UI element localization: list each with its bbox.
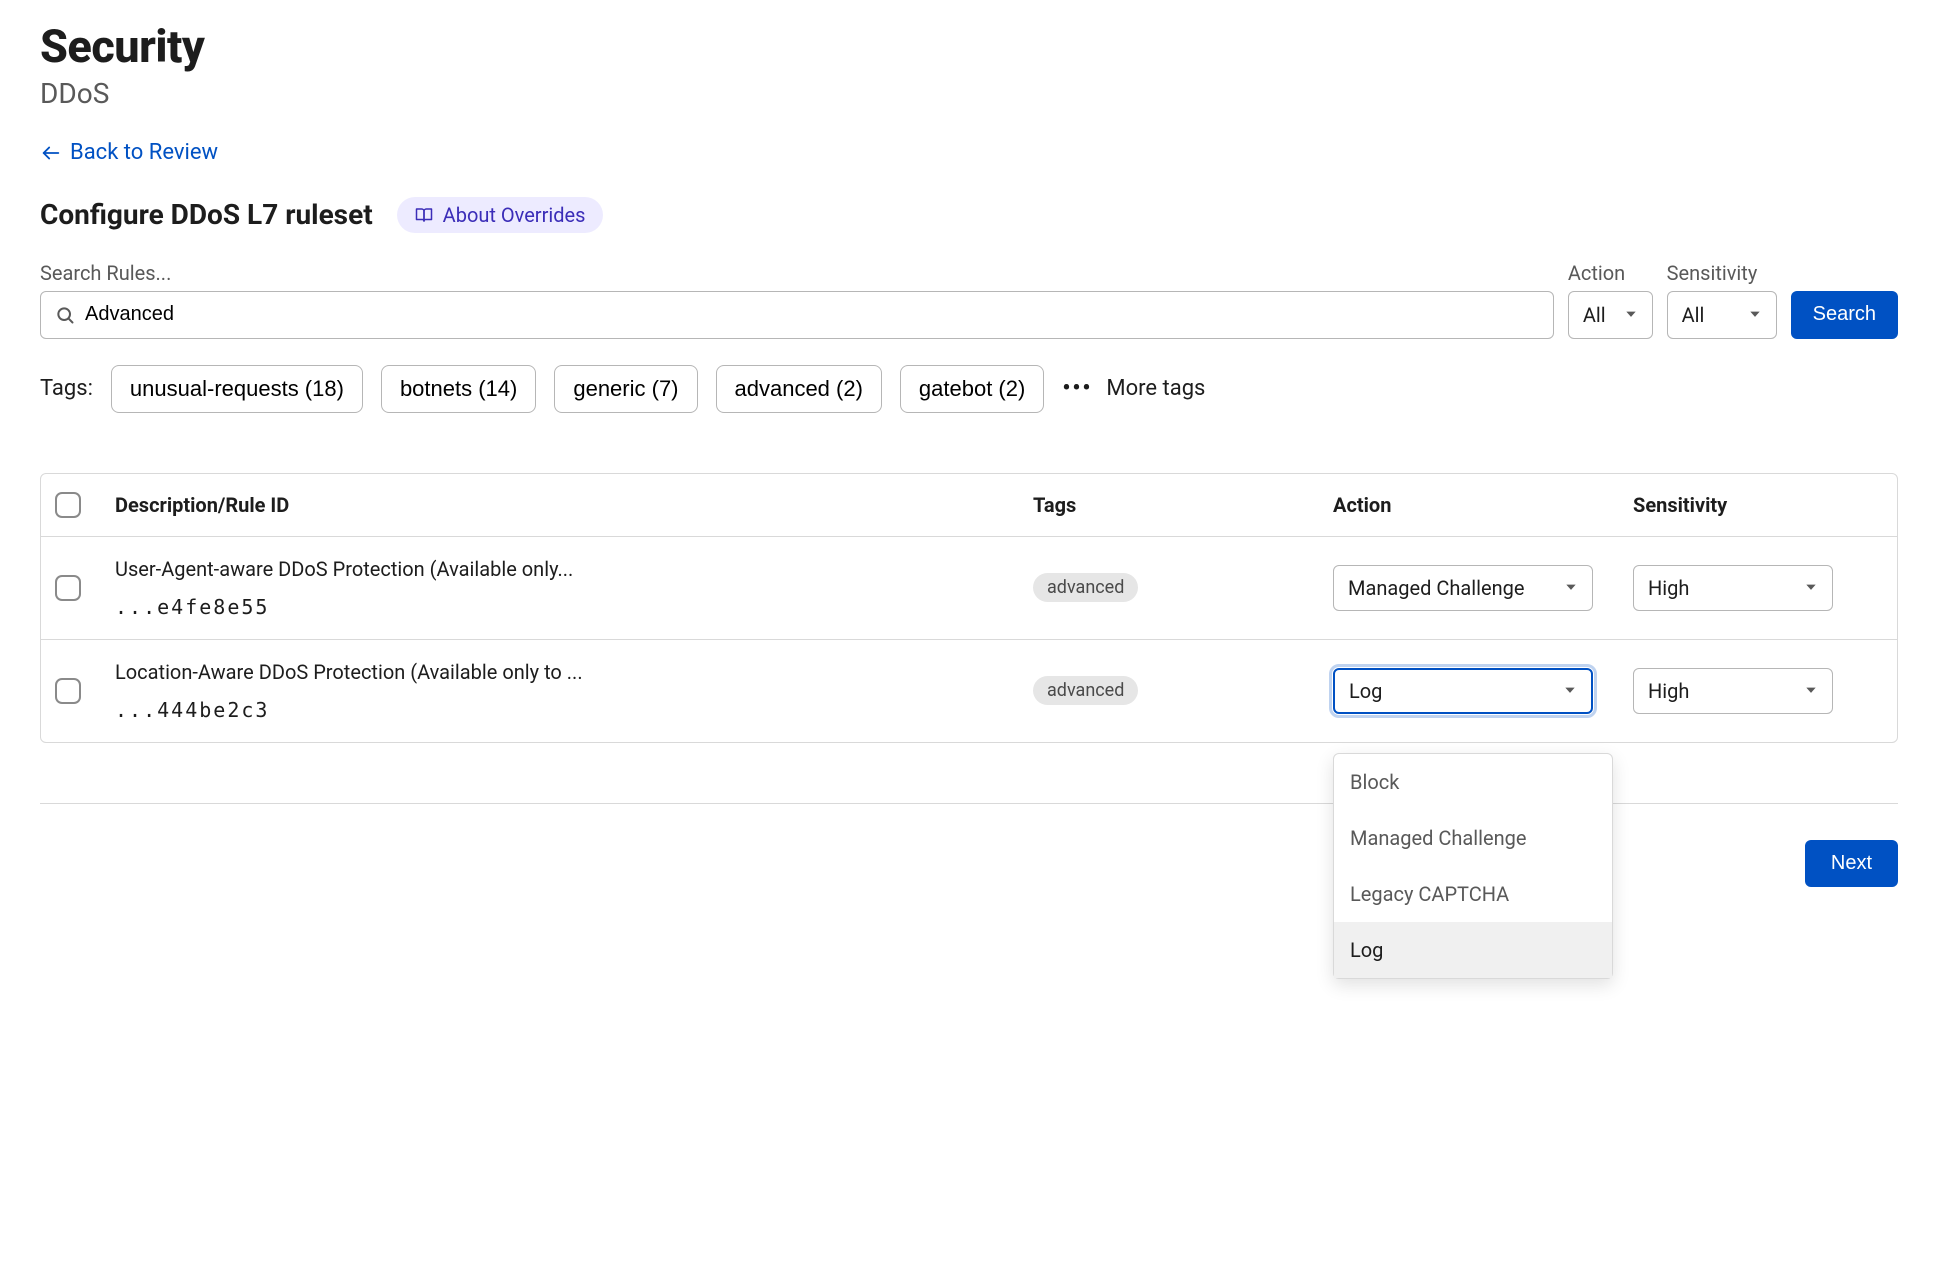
sensitivity-select[interactable]: High	[1633, 565, 1833, 611]
action-filter-label: Action	[1568, 261, 1653, 285]
caret-down-icon	[1564, 580, 1578, 594]
ellipsis-icon: •••	[1062, 376, 1092, 401]
search-button[interactable]: Search	[1791, 291, 1898, 339]
sensitivity-select-value: High	[1648, 679, 1689, 703]
back-link-label: Back to Review	[70, 140, 218, 165]
table-row: User-Agent-aware DDoS Protection (Availa…	[41, 537, 1897, 640]
action-select[interactable]: Log	[1333, 668, 1593, 714]
dropdown-option-managed-challenge[interactable]: Managed Challenge	[1334, 810, 1612, 866]
dropdown-option-block[interactable]: Block	[1334, 754, 1612, 810]
dropdown-option-log[interactable]: Log	[1334, 922, 1612, 978]
page-title: Security	[40, 20, 1898, 73]
rules-table: Description/Rule ID Tags Action Sensitiv…	[40, 473, 1898, 743]
rule-tag-badge: advanced	[1033, 573, 1138, 602]
action-select-value: Log	[1349, 679, 1382, 703]
action-select[interactable]: Managed Challenge	[1333, 565, 1593, 611]
col-sensitivity: Sensitivity	[1633, 493, 1883, 517]
search-box[interactable]	[40, 291, 1554, 339]
table-row: Location-Aware DDoS Protection (Availabl…	[41, 640, 1897, 742]
action-filter-value: All	[1583, 303, 1606, 327]
col-action: Action	[1333, 493, 1633, 517]
page-subtitle: DDoS	[40, 77, 1898, 110]
row-checkbox[interactable]	[55, 575, 81, 601]
about-overrides-pill[interactable]: About Overrides	[397, 197, 604, 233]
search-input[interactable]	[85, 303, 1539, 326]
col-tags: Tags	[1033, 493, 1333, 517]
caret-down-icon	[1804, 580, 1818, 594]
search-label: Search Rules...	[40, 261, 1554, 285]
rule-id: ...e4fe8e55	[115, 595, 1033, 619]
configure-title: Configure DDoS L7 ruleset	[40, 198, 373, 231]
next-button[interactable]: Next	[1805, 840, 1898, 887]
caret-down-icon	[1624, 307, 1638, 321]
caret-down-icon	[1748, 307, 1762, 321]
tag-pill[interactable]: advanced (2)	[716, 365, 882, 413]
sensitivity-filter[interactable]: All	[1667, 291, 1777, 339]
caret-down-icon	[1804, 683, 1818, 697]
tag-pill[interactable]: generic (7)	[554, 365, 697, 413]
more-tags-label: More tags	[1106, 376, 1205, 401]
search-icon	[55, 305, 75, 325]
more-tags[interactable]: ••• More tags	[1062, 376, 1205, 401]
col-description: Description/Rule ID	[115, 493, 1033, 517]
action-dropdown-menu: Block Managed Challenge Legacy CAPTCHA L…	[1333, 753, 1613, 979]
about-overrides-label: About Overrides	[443, 203, 586, 227]
action-select-value: Managed Challenge	[1348, 576, 1524, 600]
rule-description: Location-Aware DDoS Protection (Availabl…	[115, 660, 1033, 684]
rule-id: ...444be2c3	[115, 698, 1033, 722]
back-link[interactable]: Back to Review	[40, 140, 218, 165]
sensitivity-filter-label: Sensitivity	[1667, 261, 1777, 285]
sensitivity-filter-value: All	[1682, 303, 1705, 327]
rule-tag-badge: advanced	[1033, 676, 1138, 705]
row-checkbox[interactable]	[55, 678, 81, 704]
sensitivity-select-value: High	[1648, 576, 1689, 600]
arrow-left-icon	[40, 142, 62, 164]
table-header: Description/Rule ID Tags Action Sensitiv…	[41, 474, 1897, 537]
action-filter[interactable]: All	[1568, 291, 1653, 339]
dropdown-option-legacy-captcha[interactable]: Legacy CAPTCHA	[1334, 866, 1612, 922]
caret-down-icon	[1563, 683, 1577, 697]
tag-pill[interactable]: gatebot (2)	[900, 365, 1044, 413]
sensitivity-select[interactable]: High	[1633, 668, 1833, 714]
select-all-checkbox[interactable]	[55, 492, 81, 518]
tag-pill[interactable]: botnets (14)	[381, 365, 536, 413]
tag-pill[interactable]: unusual-requests (18)	[111, 365, 363, 413]
rule-description: User-Agent-aware DDoS Protection (Availa…	[115, 557, 1033, 581]
tags-label: Tags:	[40, 376, 93, 401]
book-icon	[415, 206, 433, 224]
